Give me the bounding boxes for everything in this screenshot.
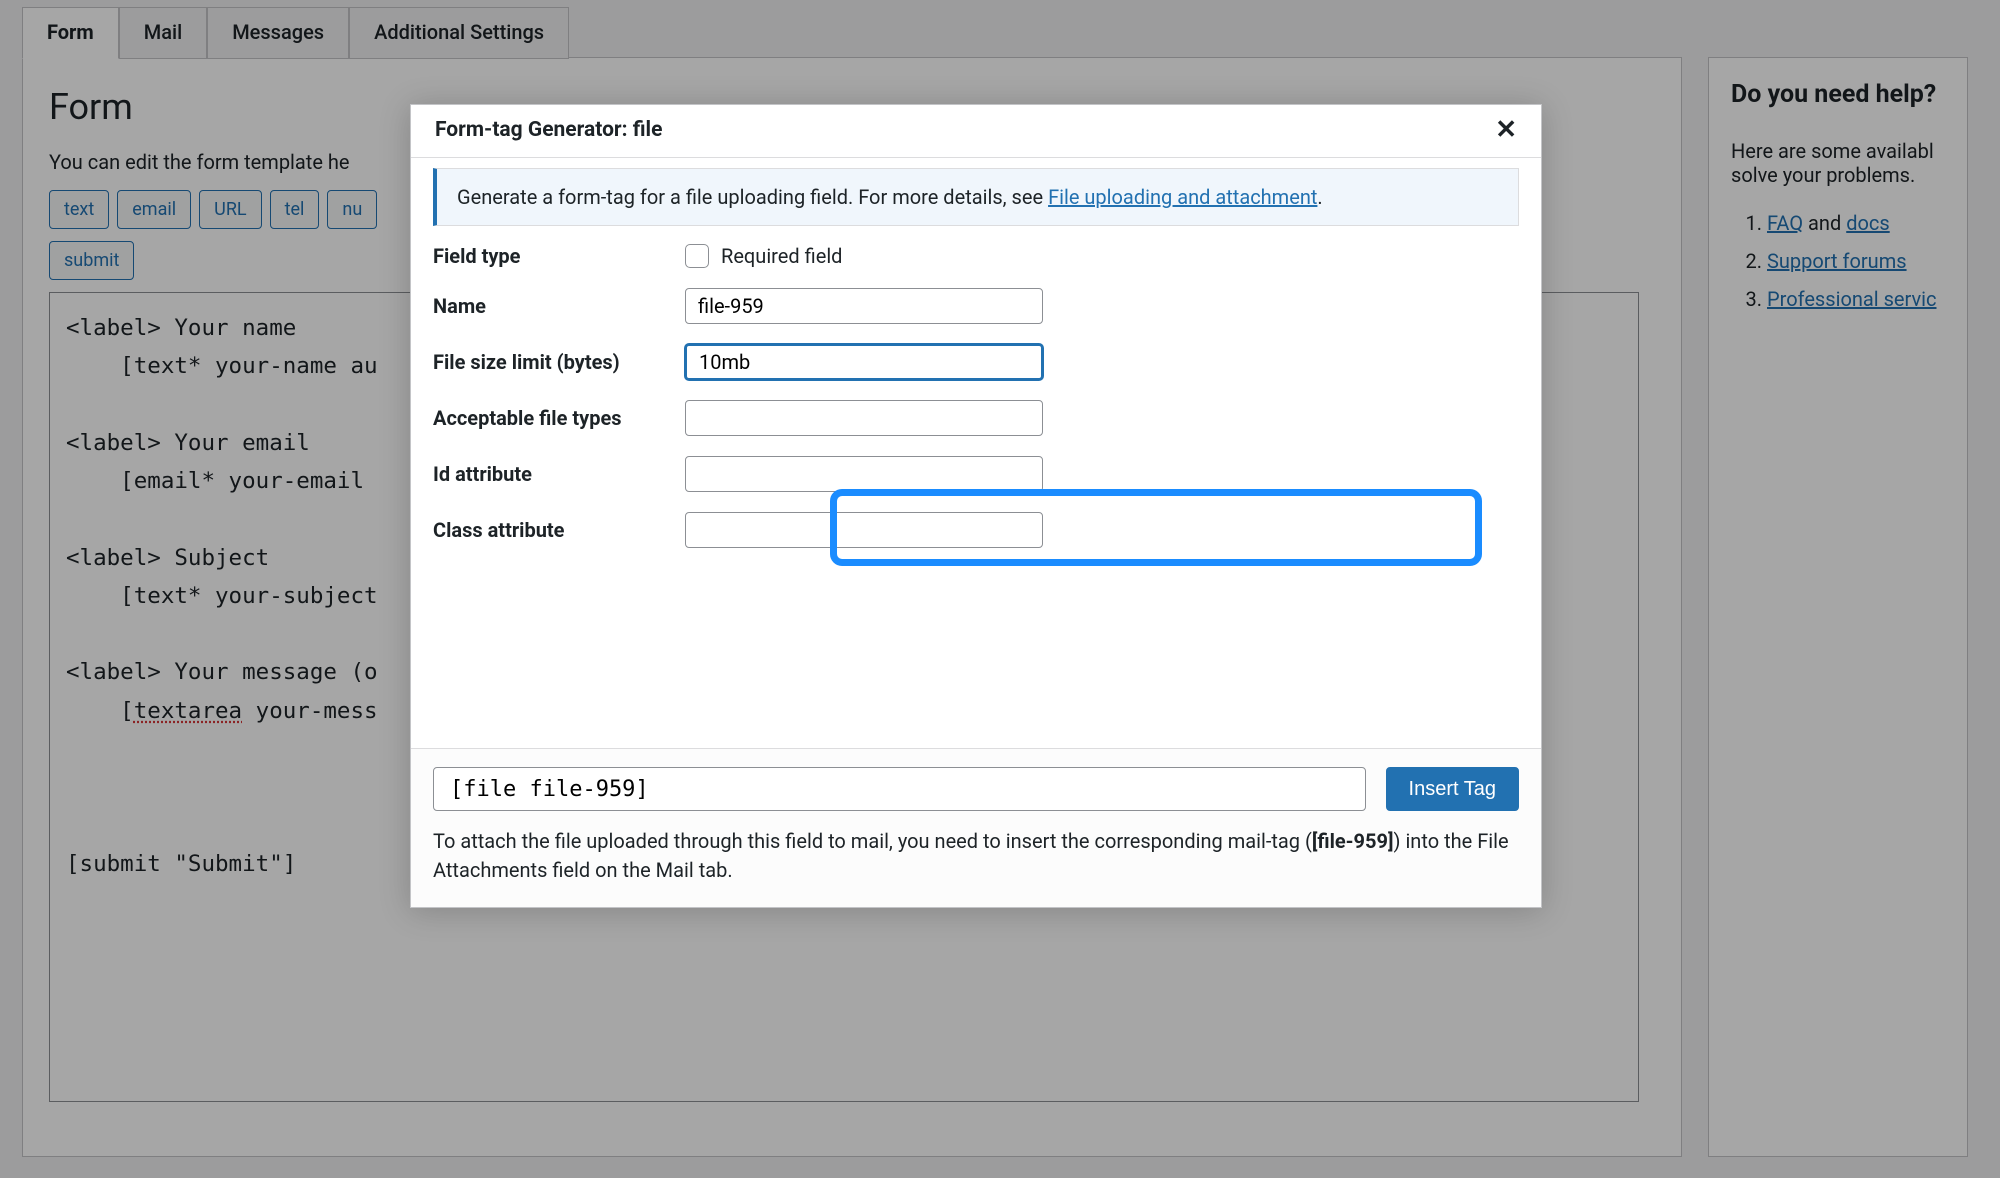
required-label: Required field — [721, 244, 842, 268]
tag-submit[interactable]: submit — [49, 241, 134, 280]
tag-text[interactable]: text — [49, 190, 109, 229]
tabs-bar: Form Mail Messages Additional Settings — [0, 0, 2000, 58]
tab-mail[interactable]: Mail — [119, 7, 207, 59]
id-attribute-input[interactable] — [685, 456, 1043, 492]
professional-services-link[interactable]: Professional servic — [1767, 287, 1937, 311]
help-item-pro: Professional servic — [1767, 287, 1945, 311]
tag-email[interactable]: email — [117, 190, 191, 229]
help-item-faq: FAQ and docs — [1767, 211, 1945, 235]
footer-note: To attach the file uploaded through this… — [433, 827, 1519, 885]
help-intro: Here are some availabl solve your proble… — [1731, 139, 1945, 187]
docs-link[interactable]: docs — [1846, 211, 1889, 235]
info-box: Generate a form-tag for a file uploading… — [433, 168, 1519, 226]
insert-tag-button[interactable]: Insert Tag — [1386, 767, 1519, 811]
file-size-limit-input[interactable] — [685, 344, 1043, 380]
close-icon[interactable]: ✕ — [1495, 117, 1517, 143]
class-attribute-label: Class attribute — [433, 518, 685, 542]
id-attribute-label: Id attribute — [433, 462, 685, 486]
support-forums-link[interactable]: Support forums — [1767, 249, 1907, 273]
faq-link[interactable]: FAQ — [1767, 211, 1803, 235]
modal-title: Form-tag Generator: file — [435, 118, 662, 142]
tab-messages[interactable]: Messages — [207, 7, 349, 59]
tag-number[interactable]: nu — [327, 190, 377, 229]
name-label: Name — [433, 294, 685, 318]
tab-form[interactable]: Form — [22, 7, 119, 59]
name-input[interactable] — [685, 288, 1043, 324]
generated-tag-input[interactable] — [433, 767, 1366, 811]
required-checkbox[interactable] — [685, 244, 709, 268]
form-tag-generator-modal: Form-tag Generator: file ✕ Generate a fo… — [410, 104, 1542, 908]
acceptable-file-types-input[interactable] — [685, 400, 1043, 436]
help-title: Do you need help? — [1731, 80, 1945, 109]
tag-url[interactable]: URL — [199, 190, 261, 229]
field-type-label: Field type — [433, 244, 685, 268]
tab-additional-settings[interactable]: Additional Settings — [349, 7, 569, 59]
help-sidebar: Do you need help? Here are some availabl… — [1708, 57, 1968, 1157]
tag-tel[interactable]: tel — [270, 190, 320, 229]
class-attribute-input[interactable] — [685, 512, 1043, 548]
acceptable-file-types-label: Acceptable file types — [433, 405, 685, 431]
file-size-limit-label: File size limit (bytes) — [433, 349, 685, 375]
info-link[interactable]: File uploading and attachment — [1048, 185, 1317, 209]
help-item-forums: Support forums — [1767, 249, 1945, 273]
